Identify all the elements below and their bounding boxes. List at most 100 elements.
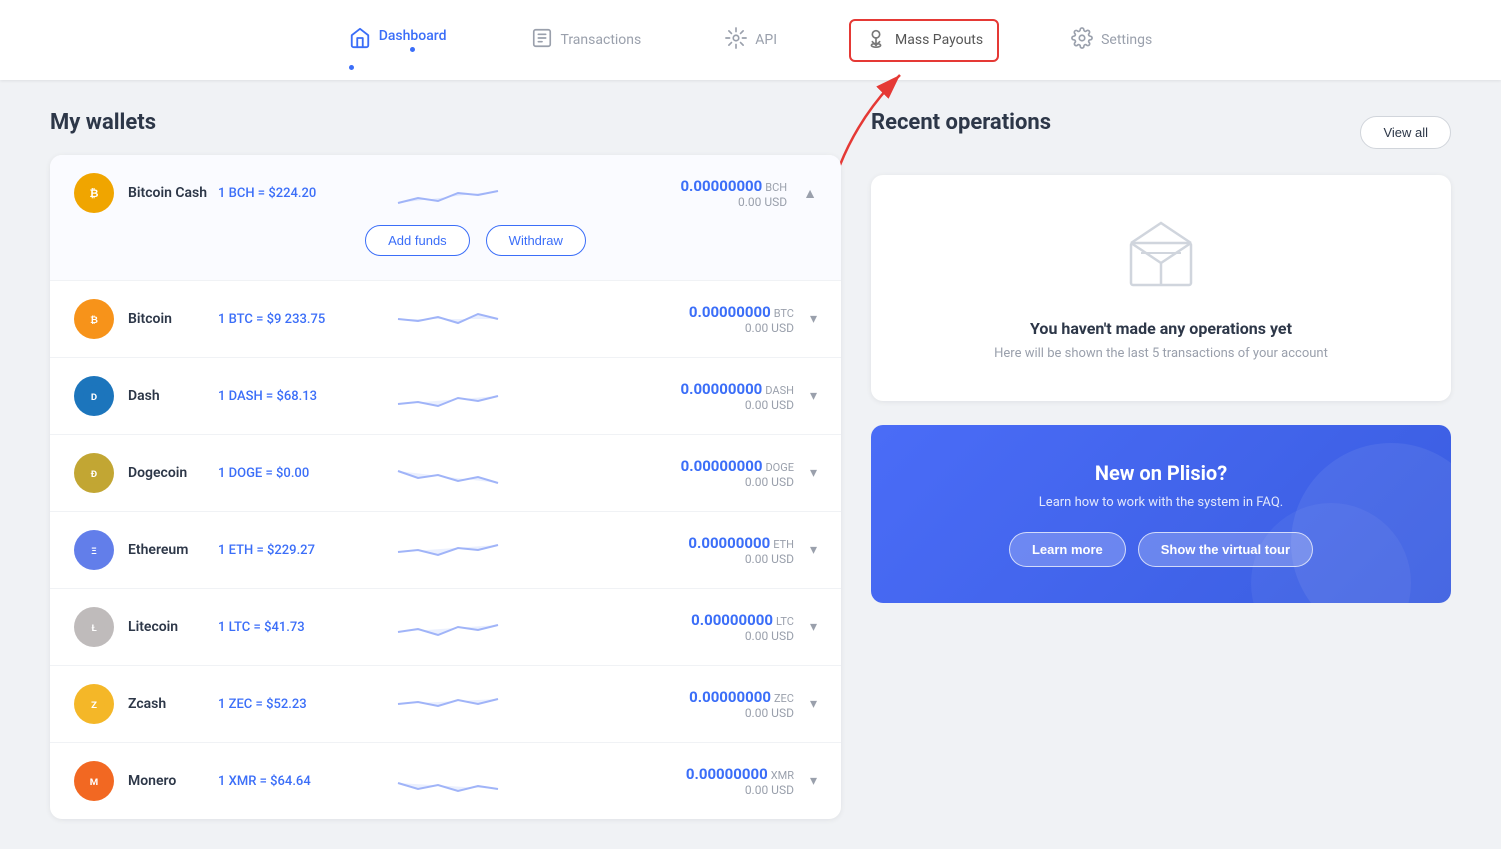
recent-ops-card: You haven't made any operations yet Here… (871, 175, 1451, 401)
nav-mass-payouts-label: Mass Payouts (895, 32, 983, 48)
xmr-rate: 1 XMR = $64.64 (218, 774, 378, 789)
header: Dashboard Transactions (0, 0, 1501, 80)
nav-transactions-label: Transactions (561, 32, 642, 48)
xmr-balance: 0.00000000XMR 0.00 USD (686, 765, 794, 797)
empty-box-icon (1116, 215, 1206, 299)
wallet-row-zec[interactable]: Z Zcash 1 ZEC = $52.23 0.00000000ZEC 0.0… (50, 666, 841, 743)
nav-item-mass-payouts[interactable]: Mass Payouts (849, 19, 999, 62)
wallet-row-eth[interactable]: Ξ Ethereum 1 ETH = $229.27 0.00000000ETH… (50, 512, 841, 589)
view-all-button[interactable]: View all (1360, 116, 1451, 149)
svg-text:Ξ: Ξ (91, 546, 97, 557)
nav-item-dashboard[interactable]: Dashboard (337, 19, 459, 62)
main-nav: Dashboard Transactions (337, 19, 1164, 62)
bch-chevron-up[interactable]: ▲ (803, 185, 817, 202)
bch-name: Bitcoin Cash (128, 185, 218, 201)
wallet-row-btc[interactable]: ₿ Bitcoin 1 BTC = $9 233.75 0.00000000BT… (50, 281, 841, 358)
nav-active-dot (410, 47, 415, 52)
mass-payouts-icon (865, 27, 887, 54)
nav-settings-label: Settings (1101, 32, 1152, 48)
wallets-panel: My wallets ₿ Bitcoin Cash 1 BCH = $224.2… (50, 110, 841, 819)
ltc-name: Litecoin (128, 619, 218, 635)
xmr-name: Monero (128, 773, 218, 789)
btc-icon: ₿ (74, 299, 114, 339)
btc-chart (398, 299, 498, 339)
svg-text:₿: ₿ (90, 315, 98, 326)
bch-chart (398, 173, 498, 213)
eth-rate: 1 ETH = $229.27 (218, 543, 378, 558)
wallet-row-ltc[interactable]: Ł Litecoin 1 LTC = $41.73 0.00000000LTC … (50, 589, 841, 666)
settings-icon (1071, 27, 1093, 54)
eth-balance: 0.00000000ETH 0.00 USD (688, 534, 794, 566)
bch-actions: Add funds Withdraw (74, 213, 817, 262)
zec-chart (398, 684, 498, 724)
nav-item-settings[interactable]: Settings (1059, 19, 1164, 62)
bch-icon: ₿ (74, 173, 114, 213)
dash-balance: 0.00000000DASH 0.00 USD (680, 380, 793, 412)
wallet-row-bch[interactable]: ₿ Bitcoin Cash 1 BCH = $224.20 0.0000000… (50, 155, 841, 281)
xmr-chart (398, 761, 498, 801)
wallets-card: ₿ Bitcoin Cash 1 BCH = $224.20 0.0000000… (50, 155, 841, 819)
dash-icon: D (74, 376, 114, 416)
svg-text:Z: Z (91, 700, 97, 711)
right-panel: Recent operations View all You haven't m… (871, 110, 1451, 819)
recent-ops-header: Recent operations View all (871, 110, 1451, 155)
dash-name: Dash (128, 388, 218, 404)
promo-card: New on Plisio? Learn how to work with th… (871, 425, 1451, 603)
dash-rate: 1 DASH = $68.13 (218, 389, 378, 404)
ltc-balance: 0.00000000LTC 0.00 USD (691, 611, 794, 643)
eth-chevron[interactable]: ▾ (810, 542, 817, 558)
btc-balance: 0.00000000BTC 0.00 USD (689, 303, 794, 335)
doge-chevron[interactable]: ▾ (810, 465, 817, 481)
wallet-row-xmr[interactable]: M Monero 1 XMR = $64.64 0.00000000XMR 0.… (50, 743, 841, 819)
virtual-tour-button[interactable]: Show the virtual tour (1138, 532, 1313, 567)
add-funds-button[interactable]: Add funds (365, 225, 470, 256)
eth-chart (398, 530, 498, 570)
zec-name: Zcash (128, 696, 218, 712)
bch-rate: 1 BCH = $224.20 (218, 186, 378, 201)
doge-balance: 0.00000000DOGE 0.00 USD (681, 457, 794, 489)
doge-name: Dogecoin (128, 465, 218, 481)
zec-balance: 0.00000000ZEC 0.00 USD (689, 688, 794, 720)
zec-icon: Z (74, 684, 114, 724)
bch-balance: 0.00000000BCH 0.00 USD (680, 177, 787, 209)
ltc-chart (398, 607, 498, 647)
transactions-icon (531, 27, 553, 54)
dash-chart (398, 376, 498, 416)
promo-title: New on Plisio? (903, 461, 1419, 485)
doge-rate: 1 DOGE = $0.00 (218, 466, 378, 481)
nav-item-transactions[interactable]: Transactions (519, 19, 654, 62)
nav-item-api[interactable]: API (713, 19, 789, 62)
empty-ops-sub: Here will be shown the last 5 transactio… (994, 346, 1328, 361)
btc-rate: 1 BTC = $9 233.75 (218, 312, 378, 327)
btc-chevron[interactable]: ▾ (810, 311, 817, 327)
ltc-chevron[interactable]: ▾ (810, 619, 817, 635)
main-content: My wallets ₿ Bitcoin Cash 1 BCH = $224.2… (0, 80, 1501, 849)
svg-text:D: D (91, 392, 97, 403)
recent-ops-title: Recent operations (871, 110, 1051, 135)
wallets-title: My wallets (50, 110, 841, 135)
promo-buttons: Learn more Show the virtual tour (903, 532, 1419, 567)
btc-name: Bitcoin (128, 311, 218, 327)
nav-api-label: API (755, 32, 777, 48)
dash-chevron[interactable]: ▾ (810, 388, 817, 404)
doge-chart (398, 453, 498, 493)
withdraw-button[interactable]: Withdraw (486, 225, 586, 256)
nav-dashboard-label: Dashboard (379, 28, 447, 44)
svg-text:Ł: Ł (91, 623, 97, 634)
promo-subtitle: Learn how to work with the system in FAQ… (903, 495, 1419, 510)
zec-rate: 1 ZEC = $52.23 (218, 697, 378, 712)
wallet-row-doge[interactable]: Ð Dogecoin 1 DOGE = $0.00 0.00000000DOGE… (50, 435, 841, 512)
doge-icon: Ð (74, 453, 114, 493)
api-icon (725, 27, 747, 54)
zec-chevron[interactable]: ▾ (810, 696, 817, 712)
learn-more-button[interactable]: Learn more (1009, 532, 1126, 567)
xmr-icon: M (74, 761, 114, 801)
xmr-chevron[interactable]: ▾ (810, 773, 817, 789)
ltc-icon: Ł (74, 607, 114, 647)
empty-ops-title: You haven't made any operations yet (1030, 319, 1292, 338)
eth-name: Ethereum (128, 542, 218, 558)
eth-icon: Ξ (74, 530, 114, 570)
wallet-row-dash[interactable]: D Dash 1 DASH = $68.13 0.00000000DASH 0.… (50, 358, 841, 435)
svg-text:M: M (90, 777, 98, 788)
svg-text:₿: ₿ (90, 187, 99, 200)
